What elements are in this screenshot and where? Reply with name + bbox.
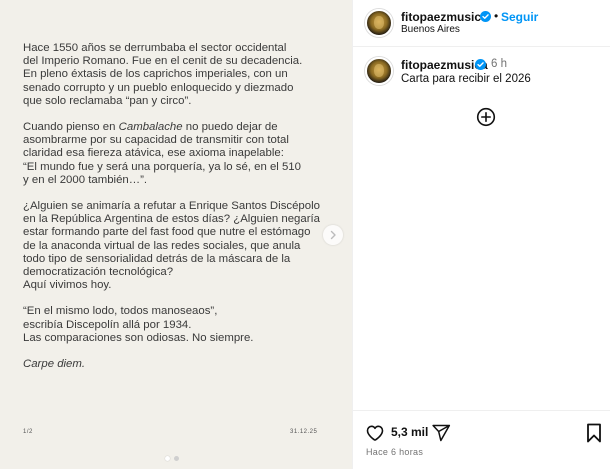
text-line: Aquí vivimos hoy. [23,279,112,292]
paragraph-5: Carpe diem. [23,358,328,371]
verified-badge-icon [475,59,486,70]
text-line: de la anaconda virtual de las redes soci… [23,239,301,252]
text-line: asombrarme por su capacidad de transmiti… [23,134,289,147]
text-line: y en el 2000 también…”. [23,173,148,186]
like-count[interactable]: 5,3 mil [391,425,428,439]
text-line: Cuando pienso en Cambalache no puedo dej… [23,121,278,134]
bookmark-icon[interactable] [586,423,602,443]
text-line: Las comparaciones son odiosas. No siempr… [23,331,254,344]
letter-date: 31.12.25 [290,429,318,435]
text-line: democratización tecnológica? [23,266,174,279]
carousel-dot-active [165,456,170,461]
carousel-next-button[interactable] [323,225,343,245]
paragraph-2: Cuando pienso en Cambalache no puedo dej… [23,121,328,187]
heart-icon[interactable] [365,423,385,443]
follow-button[interactable]: Seguir [501,10,538,24]
text-line: Carpe diem. [23,358,86,371]
separator-dot: • [494,9,499,23]
text-line: “El mundo fue y será una porquería, ya l… [23,160,301,173]
caption-time[interactable]: 6 h [491,58,507,70]
add-circle-icon[interactable] [476,107,496,127]
text-line: del Imperio Romano. Fue en el cenit de s… [23,55,303,68]
carousel-dots [165,456,179,461]
instagram-post: Hace 1550 años se derrumbaba el sector o… [0,0,610,469]
post-header: fitopaezmusica • Seguir Buenos Aires [353,0,610,47]
avatar[interactable] [365,9,393,37]
text-line: estar formando parte del fast food que n… [23,226,311,239]
text-line: claridad esa fiereza atávica, ese axioma… [23,147,284,160]
location-link[interactable]: Buenos Aires [401,24,460,35]
text-line: Hace 1550 años se derrumbaba el sector o… [23,42,287,54]
header-username[interactable]: fitopaezmusica [401,10,488,24]
paragraph-1: Hace 1550 años se derrumbaba el sector o… [23,42,328,108]
caption-text: Carta para recibir el 2026 [401,73,531,85]
verified-badge-icon [480,11,491,22]
text-line: senado corrupto y un pueblo enloquecido … [23,81,294,94]
text-line: ¿Alguien se animaría a refutar a Enrique… [23,200,320,213]
post-timestamp[interactable]: Hace 6 horas [366,447,423,457]
paragraph-3: ¿Alguien se animaría a refutar a Enrique… [23,200,328,292]
carousel-dot [174,456,179,461]
post-sidebar: fitopaezmusica • Seguir Buenos Aires fit… [352,0,610,469]
text-line: todo tipo de sensorialidad detrás de la … [23,252,291,265]
chevron-right-icon [330,230,336,240]
share-icon[interactable] [431,423,451,443]
text-line: que solo reclamaba “pan y circo”. [23,94,192,107]
action-bar: 5,3 mil [353,410,610,451]
caption-avatar[interactable] [365,57,393,85]
letter-text: Hace 1550 años se derrumbaba el sector o… [23,42,328,371]
text-line: “En el mismo lodo, todos manoseaos”, [23,305,218,318]
text-line: En pleno éxtasis de los caprichos imperi… [23,68,288,81]
text-line: en la República Argentina de estos días?… [23,213,320,226]
page-indicator: 1/2 [23,429,33,435]
paragraph-4: “En el mismo lodo, todos manoseaos”, esc… [23,305,328,345]
post-image-slide[interactable]: Hace 1550 años se derrumbaba el sector o… [0,0,352,469]
text-line: escribía Discepolín allá por 1934. [23,318,192,331]
